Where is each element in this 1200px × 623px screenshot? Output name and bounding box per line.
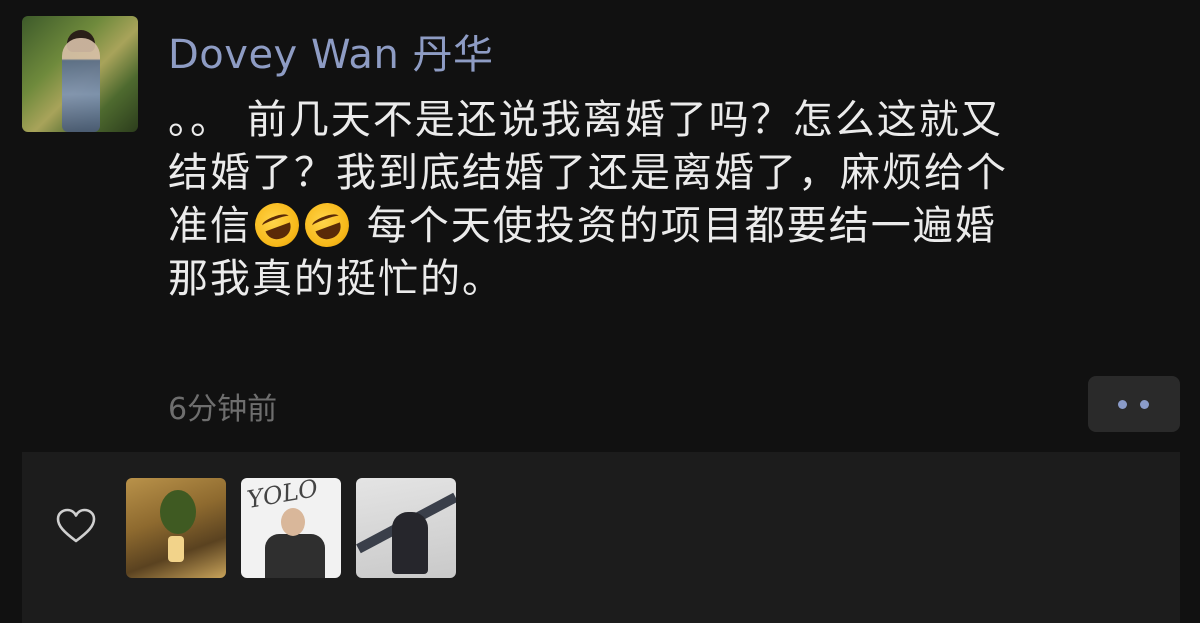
rolling-laughing-emoji-icon bbox=[298, 196, 356, 254]
avatar-head bbox=[281, 508, 305, 536]
post-message: 。。 前几天不是还说我离婚了吗？怎么这就又 结婚了？我到底结婚了还是离婚了，麻烦… bbox=[168, 94, 1178, 306]
avatar-character bbox=[392, 512, 428, 574]
heart-icon bbox=[56, 508, 96, 543]
author-name[interactable]: Dovey Wan 丹华 bbox=[168, 22, 494, 80]
message-line-3-start: 准信 bbox=[168, 203, 252, 249]
message-line-2: 结婚了？我到底结婚了还是离婚了，麻烦给个 bbox=[168, 150, 1008, 196]
more-actions-button[interactable] bbox=[1088, 376, 1180, 432]
rolling-laughing-emoji-icon bbox=[248, 196, 306, 254]
post-timestamp: 6分钟前 bbox=[168, 392, 278, 427]
ellipsis-icon bbox=[1140, 400, 1149, 409]
liker-avatar[interactable] bbox=[126, 478, 226, 578]
author-avatar[interactable] bbox=[22, 16, 138, 132]
ellipsis-icon bbox=[1118, 400, 1127, 409]
message-line-3-end: 每个天使投资的项目都要结一遍婚 bbox=[352, 203, 997, 249]
likes-panel: YOLO bbox=[22, 452, 1180, 623]
message-line-3: 准信 每个天使投资的项目都要结一遍婚 bbox=[168, 196, 1178, 254]
message-line-4: 那我真的挺忙的。 bbox=[168, 256, 504, 302]
avatar-figure bbox=[62, 38, 100, 132]
avatar-lamp bbox=[168, 536, 184, 562]
avatar-tree bbox=[160, 490, 196, 534]
avatar-yolo-text: YOLO bbox=[245, 478, 321, 514]
message-line-1: 。。 前几天不是还说我离婚了吗？怎么这就又 bbox=[168, 97, 1003, 143]
avatar-body bbox=[265, 534, 325, 578]
liker-avatar[interactable]: YOLO bbox=[241, 478, 341, 578]
liker-avatar[interactable] bbox=[356, 478, 456, 578]
